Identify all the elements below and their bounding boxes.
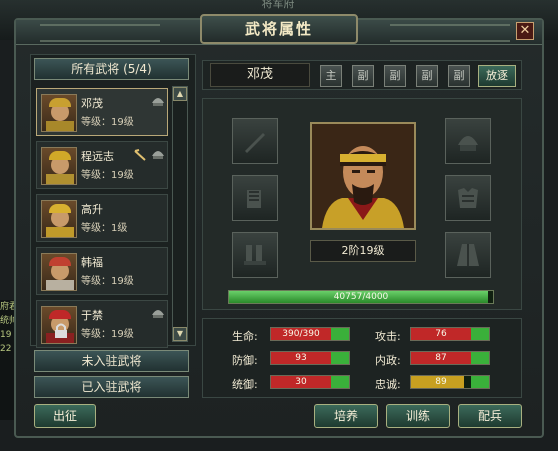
stat-value: 76	[435, 329, 447, 339]
expel-button[interactable]: 放逐	[478, 65, 516, 87]
drill-button[interactable]: 训练	[386, 404, 450, 428]
general-list-item[interactable]: 韩福等级：19级	[36, 247, 168, 295]
lock-icon	[55, 323, 67, 338]
general-name-label: 于禁	[81, 309, 103, 322]
general-portrait	[310, 122, 416, 230]
stat-label: 统御:	[232, 378, 258, 391]
boots-slot[interactable]	[232, 232, 278, 278]
general-level-label: 等级：19级	[81, 329, 134, 340]
stat-label: 生命:	[232, 330, 258, 343]
stat-value: 89	[435, 377, 447, 387]
general-avatar	[41, 253, 77, 291]
stat-label: 攻击:	[375, 330, 401, 343]
avatar-robe	[46, 227, 74, 237]
armor-icon	[458, 188, 478, 208]
close-button[interactable]: ✕	[516, 22, 534, 40]
general-name-label: 程远志	[81, 150, 114, 163]
stat-bar-cap	[471, 328, 489, 340]
general-list-header: 所有武将 (5/4)	[34, 58, 189, 80]
train-button[interactable]: 培养	[314, 404, 378, 428]
boots-icon	[244, 245, 266, 265]
stat-bar: 30	[270, 375, 350, 389]
stat-value: 30	[295, 377, 307, 387]
general-list-item[interactable]: 高升等级：1级	[36, 194, 168, 242]
stat-value: 390/390	[282, 329, 320, 339]
general-level-label: 等级：19级	[81, 117, 134, 128]
cloak-icon	[457, 244, 479, 266]
stat-label: 内政:	[375, 354, 401, 367]
gauntlet-icon	[247, 190, 261, 208]
stat-bar-cap	[471, 376, 489, 388]
avatar-headgear	[49, 204, 71, 213]
general-avatar	[41, 306, 77, 344]
weapon-icon	[245, 133, 265, 153]
general-list-item[interactable]: 于禁等级：19级	[36, 300, 168, 348]
gloves-slot[interactable]	[232, 175, 278, 221]
stationed-button[interactable]: 已入驻武将	[34, 376, 189, 398]
general-name: 邓茂	[210, 63, 310, 87]
weapon-slot[interactable]	[232, 118, 278, 164]
avatar-robe	[46, 121, 74, 131]
stat-bar-cap	[331, 328, 349, 340]
deploy-button[interactable]: 出征	[34, 404, 96, 428]
avatar-headgear	[49, 257, 71, 266]
header-ornament-right	[390, 24, 510, 42]
armor-slot[interactable]	[445, 175, 491, 221]
scroll-down-button[interactable]: ▼	[173, 327, 187, 341]
star-slot-sub-1[interactable]: 副	[352, 65, 374, 87]
general-level-label: 等级：19级	[81, 170, 134, 181]
general-list-item[interactable]: 邓茂等级：19级	[36, 88, 168, 136]
general-name-label: 邓茂	[81, 97, 103, 110]
general-level-label: 等级：19级	[81, 276, 134, 287]
stat-bar-cap	[331, 352, 349, 364]
stat-bar: 89	[410, 375, 490, 389]
avatar-headgear	[49, 151, 71, 160]
rank-level: 2阶19级	[310, 240, 416, 262]
general-avatar	[41, 200, 77, 238]
header-ornament-left	[40, 24, 160, 42]
avatar-headgear	[49, 98, 71, 107]
stat-value: 87	[435, 353, 447, 363]
general-name-label: 韩福	[81, 256, 103, 269]
general-portrait-art	[312, 124, 414, 228]
general-name-label: 高升	[81, 203, 103, 216]
stat-bar-cap	[471, 352, 489, 364]
helmet-icon	[152, 151, 164, 159]
star-slot-main[interactable]: 主	[320, 65, 342, 87]
general-avatar	[41, 147, 77, 185]
equip-soldiers-button[interactable]: 配兵	[458, 404, 522, 428]
star-slot-sub-2[interactable]: 副	[384, 65, 406, 87]
stat-label: 防御:	[232, 354, 258, 367]
avatar-robe	[46, 174, 74, 184]
stat-bar: 93	[270, 351, 350, 365]
stat-label: 忠诚:	[375, 378, 401, 391]
helmet-icon	[152, 310, 164, 318]
helmet-slot[interactable]	[445, 118, 491, 164]
general-avatar	[41, 94, 77, 132]
scroll-up-button[interactable]: ▲	[173, 87, 187, 101]
stat-value: 93	[295, 353, 307, 363]
cloak-slot[interactable]	[445, 232, 491, 278]
stat-bar: 390/390	[270, 327, 350, 341]
experience-text: 40757/4000	[333, 292, 389, 302]
weapon-icon	[134, 149, 146, 161]
stat-bar: 87	[410, 351, 490, 365]
helmet-icon	[152, 98, 164, 106]
helmet-icon	[458, 136, 478, 151]
avatar-headgear	[49, 310, 71, 319]
general-list-scrollbar[interactable]: ▲ ▼	[172, 86, 188, 342]
experience-bar: 40757/4000	[228, 290, 494, 304]
star-slot-sub-3[interactable]: 副	[416, 65, 438, 87]
not-stationed-button[interactable]: 未入驻武将	[34, 350, 189, 372]
avatar-robe	[46, 280, 74, 290]
star-slot-sub-4[interactable]: 副	[448, 65, 470, 87]
stat-bar-cap	[331, 376, 349, 388]
stat-bar: 76	[410, 327, 490, 341]
background-hidden-title: 将军府	[261, 0, 295, 10]
general-list-item[interactable]: 程远志等级：19级	[36, 141, 168, 189]
window-title: 武将属性	[200, 14, 358, 44]
general-level-label: 等级：1级	[81, 223, 128, 234]
